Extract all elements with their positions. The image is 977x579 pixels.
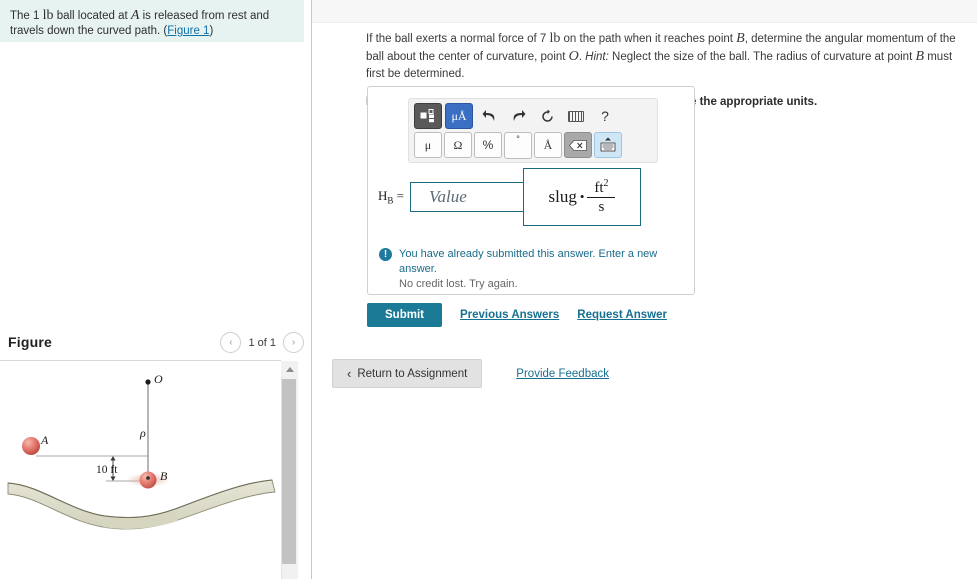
unit-denominator: s	[598, 199, 605, 215]
angstrom-button[interactable]: Å	[534, 132, 562, 158]
ball-b	[139, 471, 157, 489]
physics-diagram: O ρ 10 ft A B	[7, 372, 276, 530]
math-template-icon[interactable]	[414, 103, 442, 129]
unit-fraction: ft2 s	[587, 179, 616, 215]
q-point-o: O	[568, 49, 579, 64]
return-label: Return to Assignment	[357, 367, 468, 380]
statement-text-mid: ball located at	[53, 10, 131, 22]
template-glyph-icon	[420, 109, 434, 123]
request-answer-link[interactable]: Request Answer	[577, 309, 667, 321]
undo-glyph-icon	[482, 110, 494, 121]
keyboard-toggle-icon[interactable]	[594, 132, 622, 158]
point-o-dot	[145, 379, 151, 385]
reset-icon[interactable]	[534, 104, 560, 128]
figure-pager: ‹ 1 of 1 ›	[220, 332, 304, 353]
feedback-line-1: You have already submitted this answer. …	[399, 248, 658, 275]
figure-title: Figure	[8, 334, 52, 350]
dimension-label: 10 ft	[96, 464, 118, 476]
answer-units-field[interactable]: slug • ft2 s	[523, 168, 641, 226]
top-bar	[312, 0, 977, 23]
q-unit-lb: lb	[549, 31, 561, 46]
symbol-h: H	[378, 188, 388, 204]
figure-viewport: O ρ 10 ft A B	[0, 361, 281, 579]
unit-dot-label: •	[579, 189, 585, 204]
answer-panel: μÅ ? μ Ω % ° Å HB = Value slug • ft2 s !…	[367, 86, 695, 295]
math-toolbar: μÅ ? μ Ω % ° Å	[408, 98, 658, 163]
figure-scroll-up-button[interactable]	[281, 361, 298, 377]
back-chevron-icon: ‹	[347, 366, 352, 381]
hint-text: Neglect the size of the ball. The radius…	[608, 51, 916, 63]
backspace-icon[interactable]	[564, 132, 592, 158]
left-panel: The 1 lb ball located at A is released f…	[0, 0, 312, 579]
figure-scrollbar-thumb[interactable]	[282, 379, 296, 564]
problem-statement: The 1 lb ball located at A is released f…	[0, 0, 304, 42]
keyboard-glyph-icon	[568, 110, 584, 122]
point-b-label: B	[160, 469, 168, 483]
unit-exponent: 2	[603, 178, 609, 189]
scroll-up-arrow-icon	[285, 366, 294, 372]
help-icon[interactable]: ?	[592, 104, 618, 128]
provide-feedback-link[interactable]: Provide Feedback	[516, 368, 609, 380]
figure-prev-button[interactable]: ‹	[220, 332, 242, 353]
column-divider	[311, 0, 312, 579]
backspace-glyph-icon	[569, 139, 587, 151]
figure-panel-edge	[298, 355, 312, 579]
toolbar-row-2: μ Ω % ° Å	[414, 131, 652, 159]
hint-point-b: B	[915, 49, 925, 64]
symbol-equals: =	[396, 188, 404, 204]
answer-value-input[interactable]: Value	[410, 182, 534, 212]
statement-text-pre: The 1	[10, 10, 43, 22]
unit-ft-label: ft	[594, 180, 604, 196]
dimension-arrow-up	[110, 456, 116, 461]
previous-answers-link[interactable]: Previous Answers	[460, 309, 559, 321]
hint-label: Hint:	[585, 51, 609, 63]
units-toggle-button[interactable]: μÅ	[445, 103, 473, 129]
unit-slug-label: slug	[548, 187, 577, 206]
percent-button[interactable]: %	[474, 132, 502, 158]
dimension-arrow-down	[110, 476, 116, 481]
unit-numerator: ft2	[594, 179, 608, 197]
mu-button[interactable]: μ	[414, 132, 442, 158]
feedback-text: You have already submitted this answer. …	[399, 247, 694, 292]
statement-unit: lb	[42, 8, 54, 23]
redo-glyph-icon	[513, 110, 525, 121]
symbol-subscript: B	[387, 195, 394, 206]
figure-counter: 1 of 1	[248, 336, 276, 349]
rho-label: ρ	[139, 426, 146, 440]
valley-floor	[103, 511, 178, 529]
question-text: If the ball exerts a normal force of 7 l…	[366, 30, 966, 83]
bottom-row: ‹ Return to Assignment Provide Feedback	[332, 359, 609, 388]
keyboard-toggle-glyph-icon	[600, 137, 616, 152]
ball-b-center-dot	[146, 476, 150, 480]
alert-icon: !	[379, 248, 392, 261]
q-part-1: If the ball exerts a normal force of 7	[366, 33, 550, 45]
figure-1-link[interactable]: Figure 1	[167, 25, 209, 37]
keyboard-icon[interactable]	[563, 104, 589, 128]
figure-next-button[interactable]: ›	[283, 332, 304, 353]
answer-symbol-label: HB =	[378, 188, 404, 206]
point-o-label: O	[154, 372, 163, 386]
redo-icon[interactable]	[505, 104, 531, 128]
page-root: The 1 lb ball located at A is released f…	[0, 0, 977, 579]
feedback-message: ! You have already submitted this answer…	[379, 247, 694, 292]
feedback-line-2: No credit lost. Try again.	[399, 278, 518, 290]
action-row: Submit Previous Answers Request Answer	[367, 303, 667, 327]
submit-button[interactable]: Submit	[367, 303, 442, 327]
degree-label: °	[516, 133, 520, 144]
point-a-label: A	[40, 433, 49, 447]
reset-glyph-icon	[541, 109, 553, 122]
degree-button[interactable]: °	[504, 131, 532, 159]
answer-row: HB = Value	[378, 182, 534, 212]
q-point-b: B	[736, 31, 745, 46]
undo-icon[interactable]	[476, 104, 502, 128]
ball-a	[22, 437, 40, 455]
omega-button[interactable]: Ω	[444, 132, 472, 158]
toolbar-row-1: μÅ ?	[414, 103, 652, 129]
statement-text-end: )	[209, 25, 214, 37]
q-part-2: on the path when it reaches point	[560, 33, 737, 45]
return-to-assignment-button[interactable]: ‹ Return to Assignment	[332, 359, 483, 388]
